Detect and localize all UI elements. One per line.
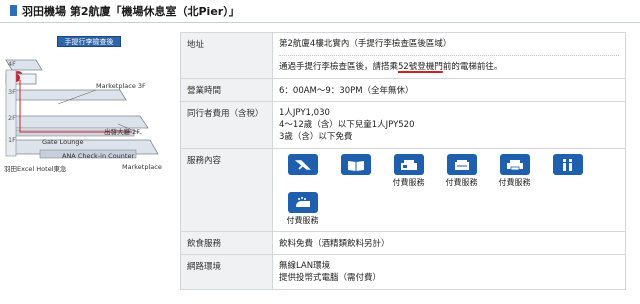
- services-cell: 付費服務 付費服務 付費服務 付費服務: [272, 148, 626, 232]
- service-item: [332, 154, 379, 188]
- service-icon-grid: 付費服務 付費服務 付費服務 付費服務: [279, 154, 619, 226]
- table-row-drinks: 飲食服務 飲料免費（酒精類飲料另計）: [180, 231, 626, 255]
- network-header: 網路環境: [180, 254, 273, 290]
- table-row-network: 網路環境 無線LAN環境 提供投幣式電腦（需付費）: [180, 254, 626, 290]
- fee-cell: 1人JPY1,030 4～12歲（含）以下兒童1人JPY520 3歲（含）以下免…: [272, 101, 626, 149]
- hotel-label: 羽田Excel Hotel東急: [4, 165, 67, 173]
- directions-text-pre: 通過手提行李檢查區後，請搭乘: [279, 62, 399, 72]
- hours-header: 營業時間: [180, 78, 273, 102]
- fee-child: 4～12歲（含）以下兒童1人JPY520: [279, 120, 415, 130]
- floor-label-3f: 3F: [8, 88, 16, 96]
- service-label: 付費服務: [498, 178, 531, 187]
- service-item: 付費服務: [279, 192, 326, 226]
- drinks-cell: 飲料免費（酒精類飲料另計）: [272, 231, 626, 255]
- address-header: 地址: [180, 32, 273, 79]
- floor-label-1f: 1F: [8, 136, 16, 144]
- service-item: 付費服務: [438, 154, 485, 188]
- checkin-counter-label: ANA Check-in Counter: [62, 152, 135, 160]
- network-cell: 無線LAN環境 提供投幣式電腦（需付費）: [272, 254, 626, 290]
- services-header: 服務內容: [180, 148, 273, 232]
- gate-lounge-label: Gate Lounge: [42, 138, 84, 146]
- service-item: [279, 154, 326, 188]
- floor-label-2f: 2F: [8, 114, 16, 122]
- copier-icon: [446, 154, 477, 175]
- service-item: 付費服務: [385, 154, 432, 188]
- service-item: [544, 154, 591, 188]
- shower-icon: [287, 192, 318, 213]
- header-divider: [0, 22, 640, 23]
- floor-3f-slab: [5, 89, 127, 101]
- printer-icon: [499, 154, 530, 175]
- fax-icon: [393, 154, 424, 175]
- map-security-tag: 手提行李檢查後: [57, 36, 121, 47]
- page-header: 羽田機場 第2航廈「機場休息室（北Pier）」: [0, 0, 640, 26]
- fee-header: 同行者費用（含稅）: [180, 101, 273, 149]
- directions-text-post: 前的電梯前往。: [442, 62, 503, 72]
- fee-infant: 3歲（含）以下免費: [279, 132, 353, 142]
- gate-highlight: 52號登機門: [398, 62, 443, 72]
- floor-label-4f: 4F: [8, 60, 16, 68]
- drinks-header: 飲食服務: [180, 231, 273, 255]
- network-pc: 提供投幣式電腦（需付費）: [279, 273, 382, 283]
- fee-adult: 1人JPY1,030: [279, 108, 330, 118]
- table-row-address: 地址 第2航廈4樓北實內（手提行李檢查區後區域） 通過手提行李檢查區後，請搭乘5…: [180, 32, 626, 79]
- marketplace-label: Marketplace: [122, 163, 162, 171]
- page-title: 羽田機場 第2航廈「機場休息室（北Pier）」: [22, 5, 240, 18]
- address-line: 第2航廈4樓北實內（手提行李檢查區後區域）: [279, 39, 452, 49]
- service-label: 付費服務: [445, 178, 478, 187]
- table-row-fee: 同行者費用（含稅） 1人JPY1,030 4～12歲（含）以下兒童1人JPY52…: [180, 101, 626, 149]
- airplane-icon: [287, 154, 318, 175]
- hours-cell: 6：00AM～9：30PM（全年無休）: [272, 78, 626, 102]
- table-row-hours: 營業時間 6：00AM～9：30PM（全年無休）: [180, 78, 626, 102]
- lounge-info-table: 地址 第2航廈4樓北實內（手提行李檢查區後區域） 通過手提行李檢查區後，請搭乘5…: [180, 32, 626, 290]
- newspaper-icon: [340, 154, 371, 175]
- service-label: 付費服務: [286, 216, 319, 225]
- table-row-services: 服務內容 付費服務 付費服務 付費服務 付費服務: [180, 148, 626, 232]
- address-directions: 通過手提行李檢查區後，請搭乘52號登機門前的電梯前往。: [279, 55, 619, 73]
- marketplace-3f-label: Marketplace 3F: [96, 82, 146, 90]
- service-item: 付費服務: [491, 154, 538, 188]
- terminal-floor-map: 手提行李檢查後 4F 3F 2F 1F Marketplace 3F Gate …: [0, 30, 176, 190]
- service-label: 付費服務: [392, 178, 425, 187]
- title-marker-icon: [10, 5, 17, 16]
- address-cell: 第2航廈4樓北實內（手提行李檢查區後區域） 通過手提行李檢查區後，請搭乘52號登…: [272, 32, 626, 79]
- network-wifi: 無線LAN環境: [279, 261, 331, 271]
- departure-lobby-label: 出發大廳 2F: [104, 128, 140, 136]
- info-icon: [552, 154, 583, 175]
